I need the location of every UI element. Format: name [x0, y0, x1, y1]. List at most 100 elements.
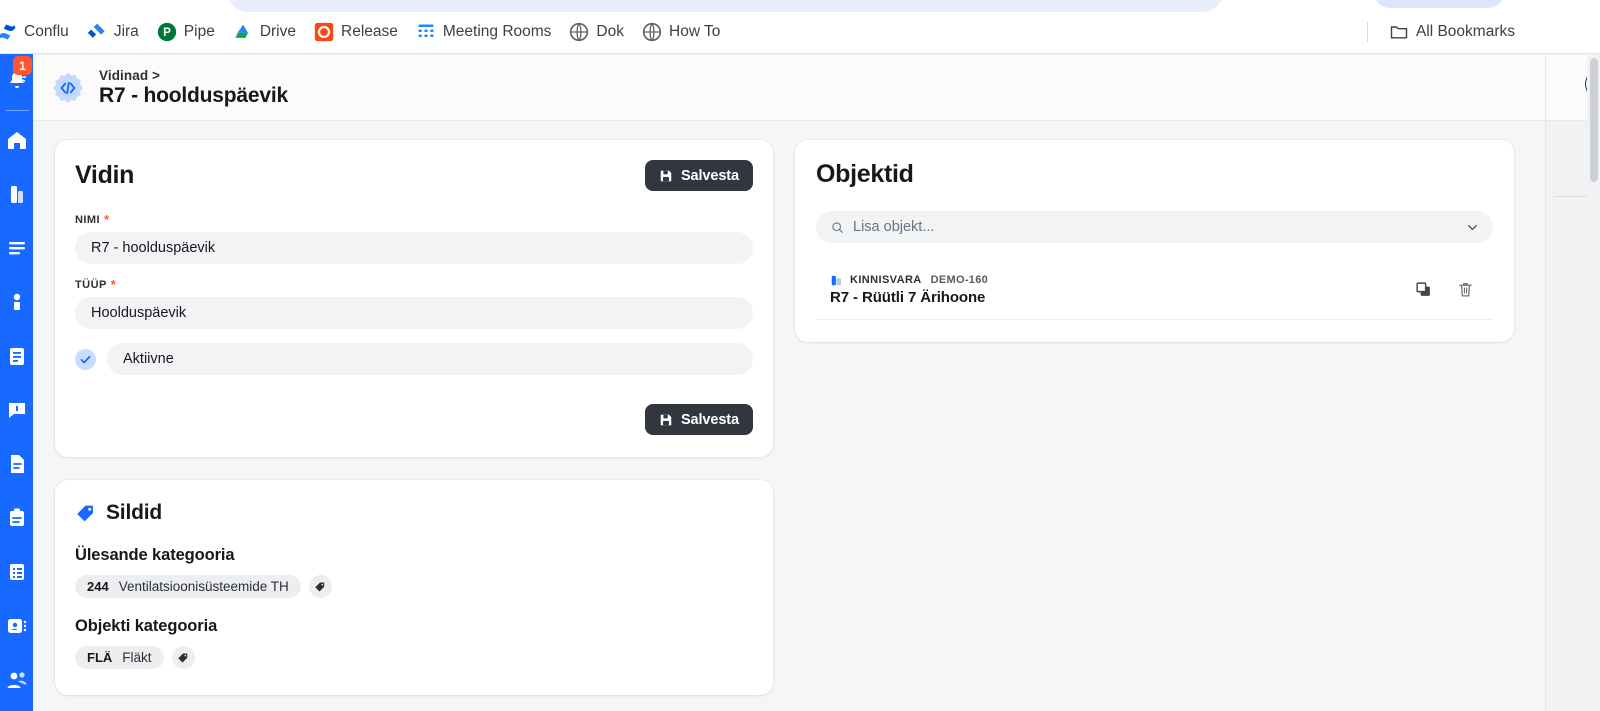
sidebar-item-tasks[interactable]: [0, 491, 33, 545]
google-drive-icon: [235, 24, 248, 38]
tags-card-title: Sildid: [106, 501, 162, 524]
object-code: DEMO-160: [930, 274, 989, 286]
jira-icon: [87, 23, 105, 38]
search-icon: [832, 221, 843, 233]
widget-card: Vidin Salvesta NIMI * R7 - hoolduspäevik…: [55, 140, 773, 457]
main-content: Vidin Salvesta NIMI * R7 - hoolduspäevik…: [33, 121, 1545, 711]
app-sidebar: 1: [0, 54, 33, 711]
sidebar-item-table[interactable]: [0, 545, 33, 599]
scrollbar-thumb[interactable]: [1590, 58, 1598, 182]
object-row-main: KINNISVARA DEMO-160 R7 - Rüütli 7 Ärihoo…: [830, 273, 1414, 306]
columns: Vidin Salvesta NIMI * R7 - hoolduspäevik…: [33, 121, 1545, 695]
home-icon: [8, 132, 26, 149]
object-actions: [1414, 280, 1489, 299]
tag-chip[interactable]: 244 Ventilatsioonisüsteemide TH: [75, 575, 301, 598]
globe-icon: [570, 22, 589, 42]
chevron-down-icon[interactable]: [1466, 221, 1479, 234]
widget-card-footer: Salvesta: [75, 404, 753, 435]
bookmark-how-to[interactable]: How To: [633, 18, 729, 46]
bookmarks-bar: Conflu Jira P Pipe Drive Release Meeting…: [0, 14, 1600, 50]
bookmark-meeting-rooms[interactable]: Meeting Rooms: [407, 18, 561, 46]
tags-card-header: Sildid: [75, 501, 753, 525]
sidebar-item-buildings[interactable]: [0, 167, 33, 221]
save-disk-icon: [660, 170, 672, 181]
sidebar-item-invoice[interactable]: [0, 437, 33, 491]
building-icon: [11, 186, 23, 203]
page-title: R7 - hoolduspäevik: [99, 83, 288, 107]
tag-group-label-1: Objekti kategooria: [75, 617, 218, 635]
page-scrollbar[interactable]: [1587, 0, 1600, 711]
copy-object-button[interactable]: [1414, 280, 1433, 299]
bookmark-drive[interactable]: Drive: [224, 18, 305, 46]
sidebar-item-users[interactable]: [0, 653, 33, 707]
active-label[interactable]: Aktiivne: [107, 343, 753, 375]
tag-chip-label: Ventilatsioonisüsteemide TH: [118, 579, 289, 594]
bookmark-label: How To: [669, 23, 721, 40]
bookmark-label: Dok: [596, 23, 624, 40]
bookmark-pipedrive[interactable]: P Pipe: [148, 18, 224, 46]
bookmark-dok[interactable]: Dok: [560, 18, 633, 46]
svg-text:P: P: [163, 26, 171, 39]
contact-card-icon: [8, 619, 27, 633]
clipboard-icon: [10, 348, 24, 365]
save-button-top[interactable]: Salvesta: [644, 160, 753, 191]
bookmark-label: Drive: [259, 23, 296, 40]
widget-code-icon: [53, 72, 83, 103]
bookmark-label: Pipe: [183, 23, 215, 40]
tuup-input[interactable]: Hoolduspäevik: [75, 297, 753, 329]
profile-chip[interactable]: [1374, 0, 1504, 8]
sidebar-item-pin[interactable]: [0, 275, 33, 329]
globe-icon: [642, 22, 662, 42]
sidebar-item-notifications[interactable]: 1: [0, 54, 33, 108]
pin-icon: [13, 293, 21, 310]
sidebar-item-messages[interactable]: [0, 383, 33, 437]
bookmark-jira[interactable]: Jira: [78, 18, 148, 46]
right-edge-panel: [1545, 0, 1600, 711]
sidebar-item-clipboard[interactable]: [0, 329, 33, 383]
address-bar[interactable]: [228, 0, 1223, 12]
field-label-nimi-text: NIMI: [75, 213, 101, 226]
sidebar-item-tag[interactable]: [0, 707, 33, 711]
bookmark-label: Conflu: [24, 23, 69, 40]
all-bookmarks-button[interactable]: All Bookmarks: [1380, 18, 1524, 46]
add-tag-button[interactable]: [308, 575, 332, 598]
tag-chip-row-1: FLÄ Fläkt: [75, 646, 753, 669]
object-kind: KINNISVARA: [850, 274, 922, 286]
right-column: Objektid Lisa objekt... KINNISVARA DEMO-…: [795, 140, 1514, 695]
table-icon: [10, 564, 24, 580]
tags-card: Sildid Ülesande kategooria 244 Ventilats…: [55, 480, 773, 695]
trash-icon: [1459, 283, 1472, 297]
nimi-input[interactable]: R7 - hoolduspäevik: [75, 232, 753, 264]
save-disk-icon: [660, 414, 672, 425]
active-checkbox[interactable]: [75, 348, 96, 370]
all-bookmarks-label: All Bookmarks: [1415, 23, 1515, 40]
tag-chip-code: FLÄ: [87, 650, 113, 665]
sidebar-item-contacts[interactable]: [0, 599, 33, 653]
tag-group-label-0: Ülesande kategooria: [75, 546, 235, 564]
active-row: Aktiivne: [75, 343, 753, 375]
tag-chip[interactable]: FLÄ Fläkt: [75, 646, 164, 669]
building-icon: [831, 275, 842, 286]
save-button-label: Salvesta: [680, 411, 739, 428]
object-row[interactable]: KINNISVARA DEMO-160 R7 - Rüütli 7 Ärihoo…: [816, 260, 1493, 320]
add-object-input[interactable]: [853, 219, 1466, 235]
add-object-search[interactable]: [816, 211, 1493, 243]
release-icon: [314, 22, 334, 42]
bookmark-release[interactable]: Release: [305, 18, 407, 46]
bookmark-label: Release: [341, 23, 398, 40]
add-tag-button[interactable]: [171, 646, 195, 669]
sidebar-item-home[interactable]: [0, 113, 33, 167]
save-button-bottom[interactable]: Salvesta: [644, 404, 753, 435]
sidebar-item-list[interactable]: [0, 221, 33, 275]
bookmark-confluence[interactable]: Conflu: [0, 18, 78, 46]
page-header: Vidinad > R7 - hoolduspäevik: [33, 55, 1545, 121]
meeting-rooms-icon: [418, 24, 434, 37]
browser-chrome: Conflu Jira P Pipe Drive Release Meeting…: [0, 0, 1600, 54]
object-name: R7 - Rüütli 7 Ärihoone: [830, 289, 986, 306]
widget-card-header: Vidin Salvesta: [75, 160, 753, 191]
list-icon: [9, 242, 25, 255]
header-texts: Vidinad > R7 - hoolduspäevik: [99, 68, 288, 108]
save-button-label: Salvesta: [680, 167, 739, 184]
delete-object-button[interactable]: [1456, 280, 1475, 299]
breadcrumb[interactable]: Vidinad >: [99, 68, 288, 83]
